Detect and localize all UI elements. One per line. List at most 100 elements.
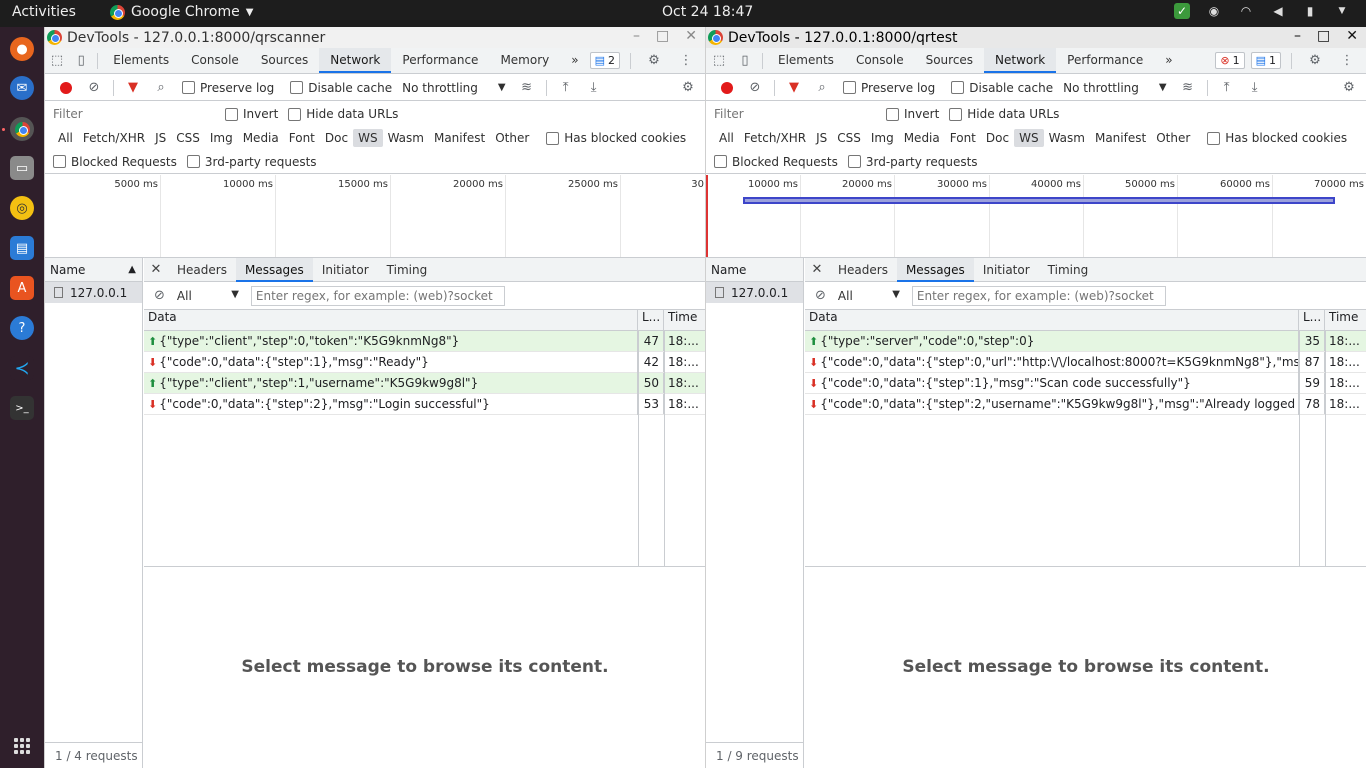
has-blocked-cookies-checkbox[interactable]: Has blocked cookies: [546, 131, 686, 145]
search-button[interactable]: ⌕: [809, 77, 835, 99]
search-button[interactable]: ⌕: [148, 77, 174, 99]
maximize-icon[interactable]: □: [1317, 28, 1330, 44]
message-row[interactable]: ⬆ {"type":"client","step":0,"token":"K5G9…: [144, 330, 705, 352]
tab-initiator[interactable]: Initiator: [974, 258, 1039, 282]
message-regex-input[interactable]: [250, 285, 505, 306]
more-tabs-button[interactable]: »: [1154, 48, 1183, 73]
tab-elements[interactable]: Elements: [102, 48, 180, 73]
window-titlebar[interactable]: DevTools - 127.0.0.1:8000/qrtest – □ ✕: [706, 27, 1366, 48]
type-css[interactable]: CSS: [171, 129, 205, 147]
message-regex-input[interactable]: [911, 285, 1166, 306]
messages-badge[interactable]: ▤ 2: [589, 52, 620, 69]
more-tabs-button[interactable]: »: [560, 48, 589, 73]
throttling-select[interactable]: No throttling ▼: [1063, 81, 1166, 95]
minimize-icon[interactable]: –: [633, 28, 640, 44]
network-share-icon[interactable]: ◉: [1206, 3, 1222, 19]
clock[interactable]: Oct 24 18:47: [662, 4, 753, 20]
message-row[interactable]: ⬇ {"code":0,"data":{"step":2,"username":"…: [805, 393, 1366, 415]
type-doc[interactable]: Doc: [320, 129, 353, 147]
type-fetch-xhr[interactable]: Fetch/XHR: [78, 129, 150, 147]
firefox-icon[interactable]: ●: [10, 37, 34, 61]
third-party-requests-checkbox[interactable]: 3rd-party requests: [186, 155, 317, 169]
type-img[interactable]: Img: [205, 129, 238, 147]
type-wasm[interactable]: Wasm: [383, 129, 429, 147]
errors-badge[interactable]: ⊗ 1: [1215, 52, 1245, 69]
throttling-select[interactable]: No throttling ▼: [402, 81, 505, 95]
rhythmbox-icon[interactable]: ◎: [10, 196, 34, 220]
tab-sources[interactable]: Sources: [250, 48, 319, 73]
network-overview-timeline[interactable]: 5000 ms 10000 ms 15000 ms 20000 ms 25000…: [45, 175, 705, 258]
column-data[interactable]: Data: [144, 310, 638, 330]
type-manifest[interactable]: Manifest: [429, 129, 490, 147]
volume-icon[interactable]: ◀: [1270, 3, 1286, 19]
tab-headers[interactable]: Headers: [168, 258, 236, 282]
system-tray[interactable]: ✓ ◉ ◠ ◀ ▮ ▼: [1174, 3, 1350, 19]
record-button[interactable]: [714, 77, 740, 99]
network-conditions-button[interactable]: ≋: [514, 77, 540, 99]
tab-console[interactable]: Console: [845, 48, 915, 73]
inspect-element-icon[interactable]: ⬚: [706, 53, 732, 68]
name-column-header[interactable]: Name: [706, 258, 803, 282]
type-img[interactable]: Img: [866, 129, 899, 147]
tab-memory[interactable]: Memory: [489, 48, 560, 73]
tab-network[interactable]: Network: [319, 48, 392, 73]
request-row[interactable]: 127.0.0.1: [45, 282, 142, 303]
writer-icon[interactable]: ▤: [10, 236, 34, 260]
close-icon[interactable]: ✕: [805, 262, 829, 277]
name-column-header[interactable]: Name ▲: [45, 258, 142, 282]
vscode-icon[interactable]: ≺: [10, 356, 34, 380]
type-fetch-xhr[interactable]: Fetch/XHR: [739, 129, 811, 147]
battery-icon[interactable]: ▮: [1302, 3, 1318, 19]
filter-input[interactable]: [51, 104, 211, 124]
type-css[interactable]: CSS: [832, 129, 866, 147]
type-font[interactable]: Font: [945, 129, 981, 147]
messages-badge[interactable]: ▤ 1: [1250, 52, 1281, 69]
tab-timing[interactable]: Timing: [1039, 258, 1098, 282]
type-font[interactable]: Font: [284, 129, 320, 147]
type-media[interactable]: Media: [899, 129, 945, 147]
column-data[interactable]: Data: [805, 310, 1299, 330]
invert-checkbox[interactable]: Invert: [225, 107, 278, 121]
message-row[interactable]: ⬇ {"code":0,"data":{"step":2},"msg":"Logi…: [144, 393, 705, 415]
import-har-button[interactable]: ⤒: [553, 77, 579, 99]
type-wasm[interactable]: Wasm: [1044, 129, 1090, 147]
message-row[interactable]: ⬇ {"code":0,"data":{"step":1},"msg":"Scan…: [805, 372, 1366, 394]
software-icon[interactable]: A: [10, 276, 34, 300]
tab-timing[interactable]: Timing: [378, 258, 437, 282]
show-applications-icon[interactable]: [14, 738, 30, 754]
tab-network[interactable]: Network: [984, 48, 1057, 73]
tab-initiator[interactable]: Initiator: [313, 258, 378, 282]
network-settings-button[interactable]: ⚙: [1336, 77, 1362, 99]
third-party-requests-checkbox[interactable]: 3rd-party requests: [847, 155, 978, 169]
close-icon[interactable]: ✕: [144, 262, 168, 277]
type-ws[interactable]: WS: [1014, 129, 1044, 147]
maximize-icon[interactable]: □: [656, 28, 669, 44]
kebab-menu-icon[interactable]: ⋮: [673, 53, 699, 68]
import-har-button[interactable]: ⤒: [1214, 77, 1240, 99]
record-button[interactable]: [53, 77, 79, 99]
preserve-log-checkbox[interactable]: Preserve log: [182, 81, 274, 95]
help-icon[interactable]: ?: [10, 316, 34, 340]
column-time[interactable]: Time: [1325, 310, 1366, 330]
type-doc[interactable]: Doc: [981, 129, 1014, 147]
clear-messages-icon[interactable]: ⊘: [815, 288, 826, 303]
type-all[interactable]: All: [714, 129, 739, 147]
type-other[interactable]: Other: [1151, 129, 1195, 147]
tab-console[interactable]: Console: [180, 48, 250, 73]
close-icon[interactable]: ✕: [685, 28, 697, 44]
filter-input[interactable]: [712, 104, 872, 124]
tab-messages[interactable]: Messages: [896, 257, 974, 282]
hide-data-urls-checkbox[interactable]: Hide data URLs: [288, 107, 398, 121]
disable-cache-checkbox[interactable]: Disable cache: [290, 81, 392, 95]
gear-icon[interactable]: ⚙: [1302, 53, 1328, 68]
hide-data-urls-checkbox[interactable]: Hide data URLs: [949, 107, 1059, 121]
tab-elements[interactable]: Elements: [767, 48, 845, 73]
invert-checkbox[interactable]: Invert: [886, 107, 939, 121]
app-menu[interactable]: Google Chrome ▼: [110, 4, 253, 20]
message-row[interactable]: ⬆ {"type":"server","code":0,"step":0} 35 …: [805, 330, 1366, 352]
tab-headers[interactable]: Headers: [829, 258, 897, 282]
blocked-requests-checkbox[interactable]: Blocked Requests: [53, 155, 177, 169]
column-length[interactable]: L...: [1299, 310, 1325, 330]
network-overview-timeline[interactable]: 10000 ms 20000 ms 30000 ms 40000 ms 5000…: [706, 175, 1366, 258]
minimize-icon[interactable]: –: [1294, 28, 1301, 44]
